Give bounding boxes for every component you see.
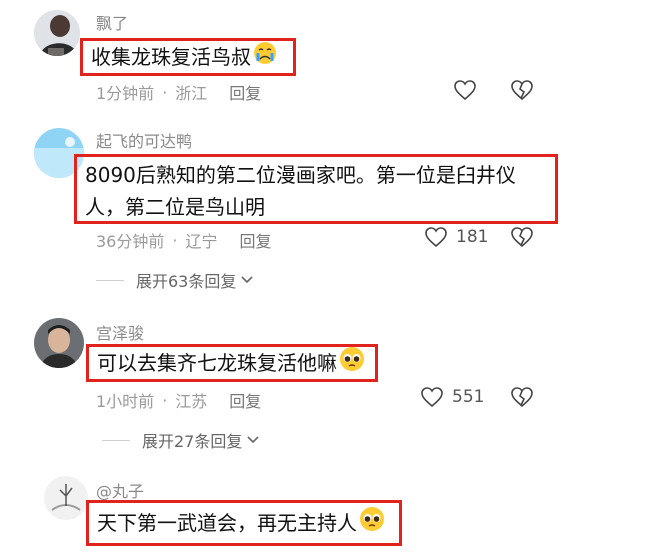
comment-text-line: 人，第二位是鸟山明 [85, 195, 265, 219]
pleading-face-icon [339, 346, 365, 381]
avatar-image [44, 476, 88, 520]
comment-text: 8090后熟知的第二位漫画家吧。第一位是臼井仪 人，第二位是鸟山明 [74, 154, 558, 224]
comment-location: 辽宁 [185, 232, 218, 251]
expand-replies-label: 展开27条回复 [142, 432, 243, 451]
avatar[interactable] [34, 318, 84, 368]
comment-time: 1分钟前 [96, 84, 155, 103]
username[interactable]: 起飞的可达鸭 [96, 128, 192, 152]
like-count: 551 [452, 387, 485, 407]
like-count: 181 [456, 227, 489, 247]
comment-meta: 1小时前 · 江苏 回复 [96, 388, 261, 412]
comment-text-content: 收集龙珠复活鸟叔 [91, 45, 251, 69]
heart-icon [425, 227, 447, 248]
meta-separator: · [162, 390, 168, 410]
expand-replies-label: 展开63条回复 [136, 272, 237, 291]
heart-icon [421, 387, 443, 408]
avatar-image [34, 318, 84, 368]
username[interactable]: 宫泽骏 [96, 320, 144, 344]
comment-text: 天下第一武道会，再无主持人 [86, 500, 402, 546]
meta-separator: · [162, 82, 168, 102]
comment-text-content: 可以去集齐七龙珠复活他嘛 [97, 351, 337, 375]
reply-button[interactable]: 回复 [229, 80, 261, 104]
heart-icon [454, 80, 476, 101]
comment-location: 浙江 [175, 84, 208, 103]
comment-text: 收集龙珠复活鸟叔 [80, 38, 296, 76]
crying-face-icon [253, 41, 277, 74]
comment-text-line: 8090后熟知的第二位漫画家吧。第一位是臼井仪 [85, 163, 516, 187]
comment-meta: 36分钟前 · 辽宁 回复 [96, 228, 272, 252]
reply-button[interactable]: 回复 [239, 228, 271, 252]
comment-text-content: 天下第一武道会，再无主持人 [97, 511, 357, 535]
reply-button[interactable]: 回复 [229, 388, 261, 412]
broken-heart-icon [511, 80, 533, 101]
comment-time: 36分钟前 [96, 232, 165, 251]
comment-location: 江苏 [175, 392, 208, 411]
like-button[interactable]: 551 [420, 386, 484, 408]
avatar[interactable] [44, 476, 88, 520]
avatar-image [34, 10, 80, 56]
like-button[interactable] [453, 79, 477, 101]
broken-heart-icon [511, 227, 533, 248]
dislike-button[interactable] [510, 386, 534, 412]
meta-separator: · [172, 230, 178, 250]
divider [102, 439, 130, 441]
username[interactable]: @丸子 [96, 478, 144, 502]
comment-time: 1小时前 [96, 392, 155, 411]
dislike-button[interactable] [510, 226, 534, 252]
chevron-down-icon [241, 276, 253, 284]
username[interactable]: 飘了 [96, 10, 128, 34]
avatar[interactable] [34, 10, 80, 56]
like-button[interactable]: 181 [424, 226, 488, 248]
comment-meta: 1分钟前 · 浙江 回复 [96, 80, 261, 104]
comment-text: 可以去集齐七龙珠复活他嘛 [86, 344, 378, 382]
broken-heart-icon [511, 387, 533, 408]
expand-replies-button[interactable]: 展开27条回复 [102, 428, 260, 452]
expand-replies-button[interactable]: 展开63条回复 [96, 268, 254, 292]
dislike-button[interactable] [510, 79, 534, 105]
chevron-down-icon [247, 436, 259, 444]
divider [96, 279, 124, 281]
pleading-face-icon [359, 506, 385, 541]
